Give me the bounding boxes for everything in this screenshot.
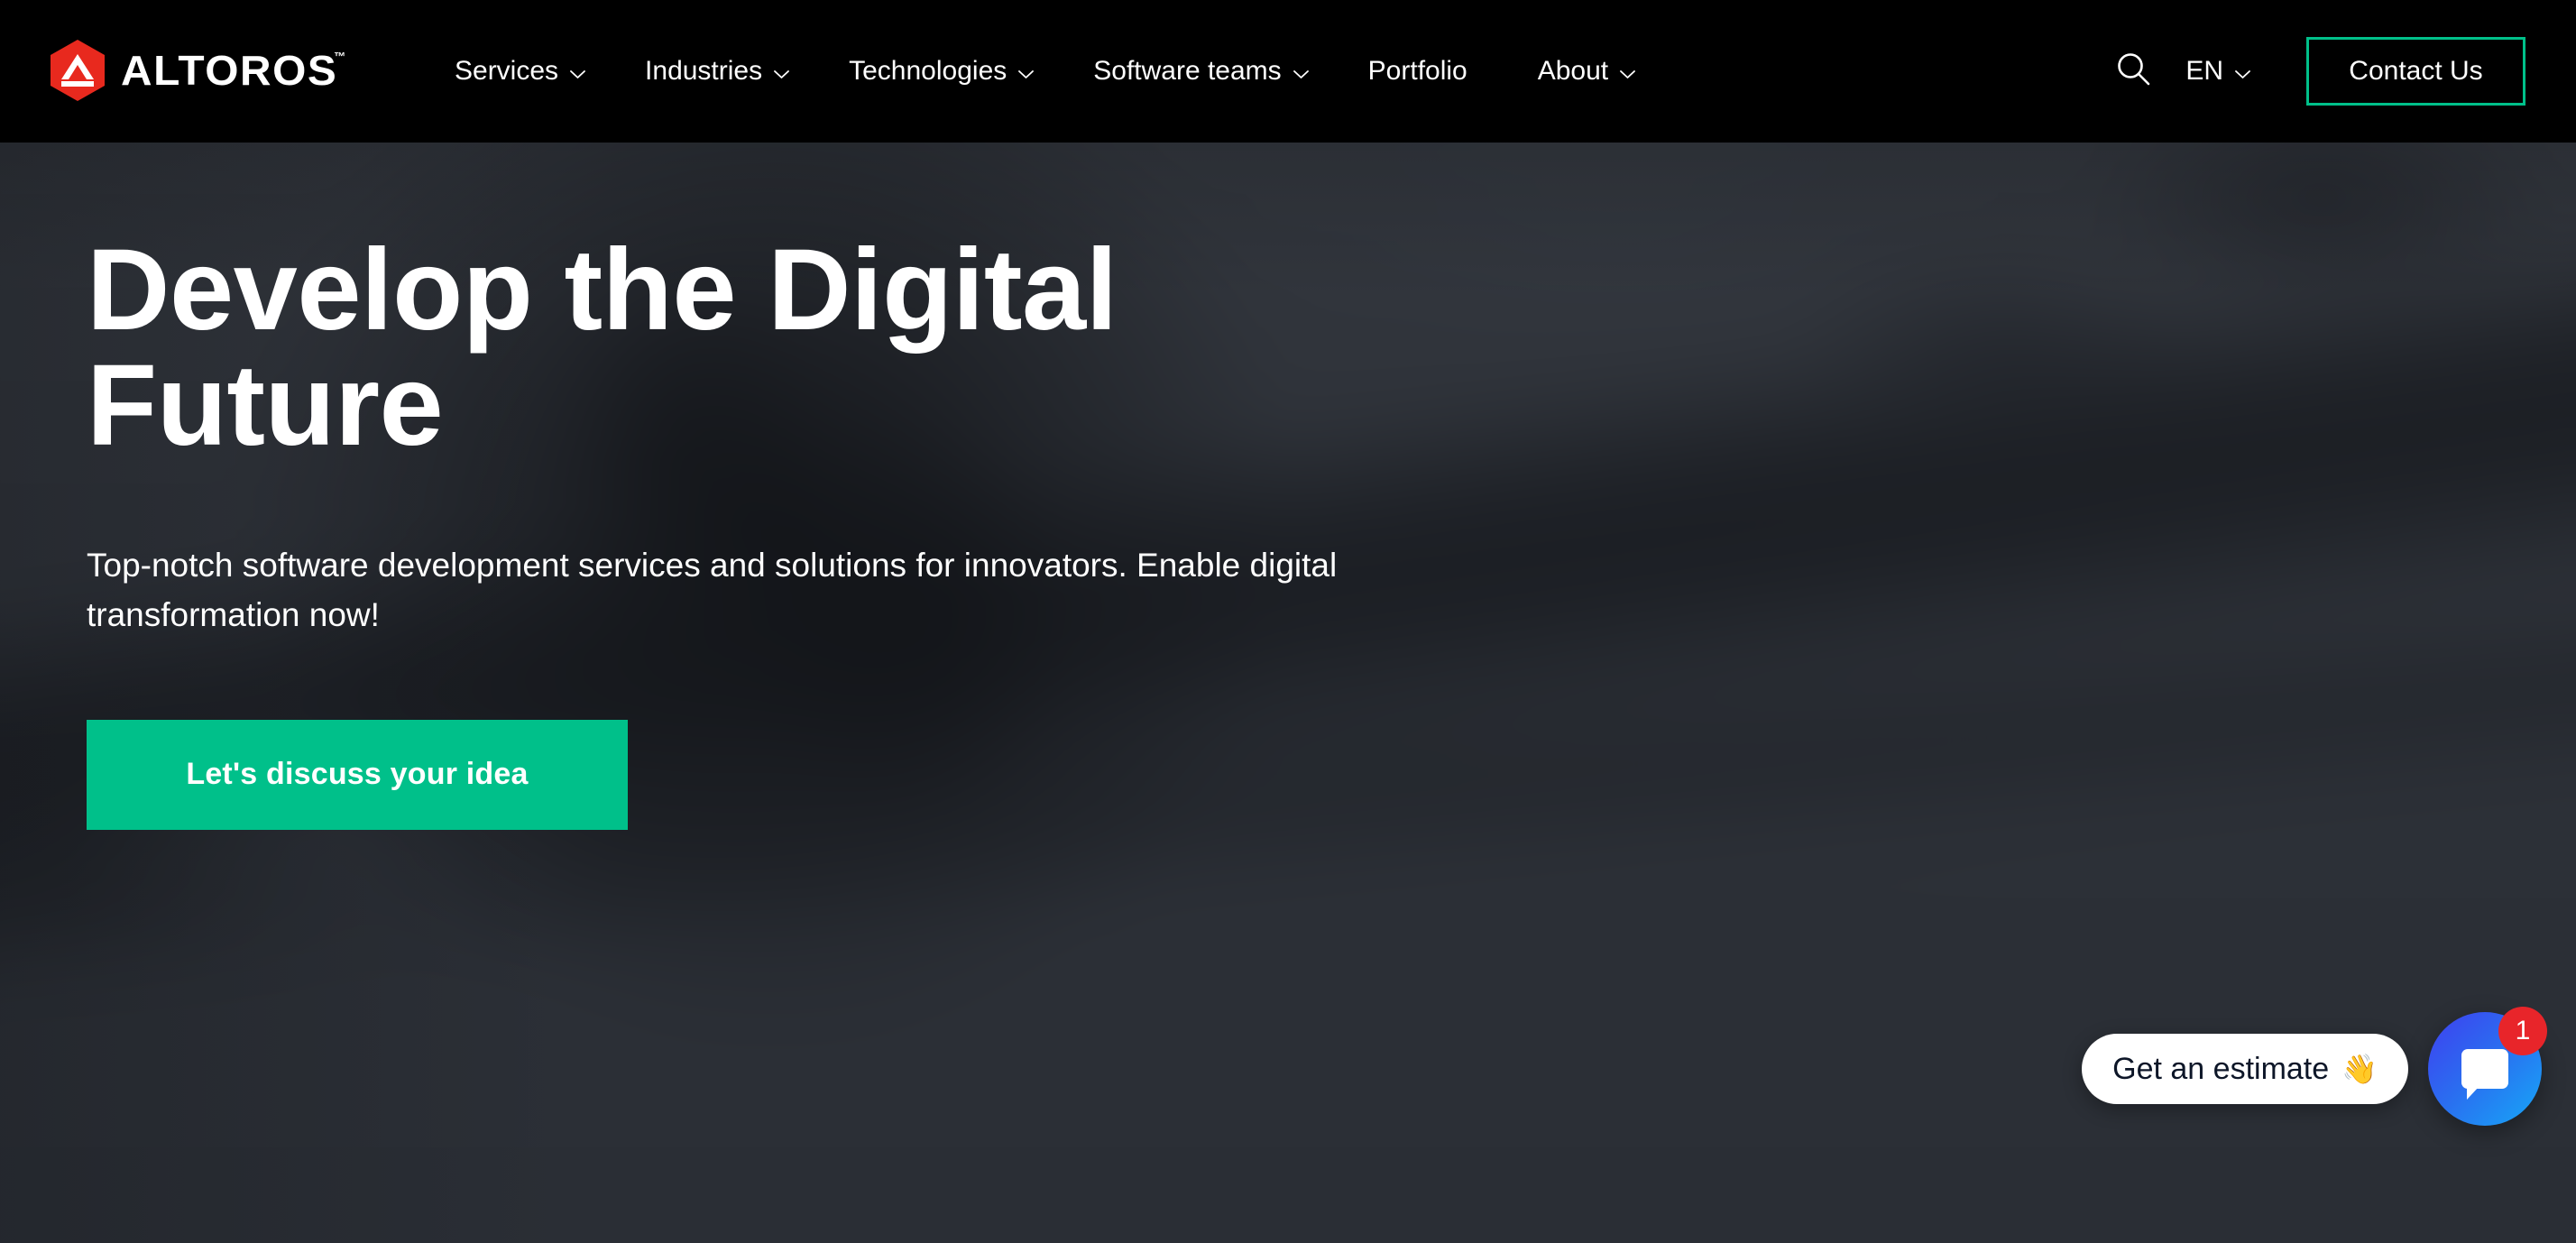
nav-item-label: Technologies xyxy=(849,56,1007,86)
language-value: EN xyxy=(2185,56,2223,86)
chat-widget: Get an estimate 👋 1 xyxy=(2082,1007,2547,1126)
nav-item-technologies[interactable]: Technologies xyxy=(827,58,1055,85)
waving-hand-icon: 👋 xyxy=(2341,1053,2378,1085)
main-navigation: Services Industries Technologies Softwar… xyxy=(433,0,1657,143)
chevron-down-icon xyxy=(1293,70,1309,79)
get-an-estimate-prompt[interactable]: Get an estimate 👋 xyxy=(2082,1034,2408,1104)
nav-item-software-teams[interactable]: Software teams xyxy=(1072,58,1329,85)
nav-item-label: About xyxy=(1537,56,1609,86)
search-icon xyxy=(2115,51,2153,93)
search-button[interactable] xyxy=(2110,47,2158,96)
chevron-down-icon xyxy=(774,70,790,79)
chevron-down-icon xyxy=(2235,70,2250,79)
chat-bubble-icon xyxy=(2461,1049,2508,1100)
hero-section: Develop the Digital Future Top-notch sof… xyxy=(0,143,2576,1243)
language-selector[interactable]: EN xyxy=(2185,56,2250,87)
brand-wordmark: ALTOROS ™ xyxy=(121,49,345,92)
nav-item-label: Portfolio xyxy=(1367,56,1467,86)
site-header: ALTOROS ™ Services Industries Technologi… xyxy=(0,0,2576,143)
hero-content: Develop the Digital Future Top-notch sof… xyxy=(87,143,1620,830)
discuss-idea-button[interactable]: Let's discuss your idea xyxy=(87,719,628,830)
unread-count-badge: 1 xyxy=(2498,1007,2547,1055)
brand-logo[interactable]: ALTOROS ™ xyxy=(49,38,345,103)
page-title: Develop the Digital Future xyxy=(87,226,1118,470)
header-actions: EN Contact Us xyxy=(2110,0,2576,143)
altoros-hexagon-logo-icon xyxy=(49,39,106,102)
brand-name: ALTOROS xyxy=(121,47,338,94)
nav-item-about[interactable]: About xyxy=(1516,58,1657,85)
nav-item-industries[interactable]: Industries xyxy=(623,58,811,85)
chevron-down-icon xyxy=(570,70,585,79)
chat-prompt-label: Get an estimate xyxy=(2112,1051,2330,1086)
page-root: ALTOROS ™ Services Industries Technologi… xyxy=(0,0,2576,1243)
nav-item-services[interactable]: Services xyxy=(433,58,607,85)
chevron-down-icon xyxy=(1018,70,1035,79)
nav-item-label: Services xyxy=(455,56,559,86)
chevron-down-icon xyxy=(1620,70,1636,79)
contact-us-button[interactable]: Contact Us xyxy=(2306,37,2525,106)
nav-item-label: Industries xyxy=(645,56,763,86)
nav-item-portfolio[interactable]: Portfolio xyxy=(1347,58,1489,85)
chat-launcher-button[interactable]: 1 xyxy=(2428,1007,2547,1126)
hero-subtitle: Top-notch software development services … xyxy=(87,547,1338,633)
nav-item-label: Software teams xyxy=(1093,56,1282,86)
